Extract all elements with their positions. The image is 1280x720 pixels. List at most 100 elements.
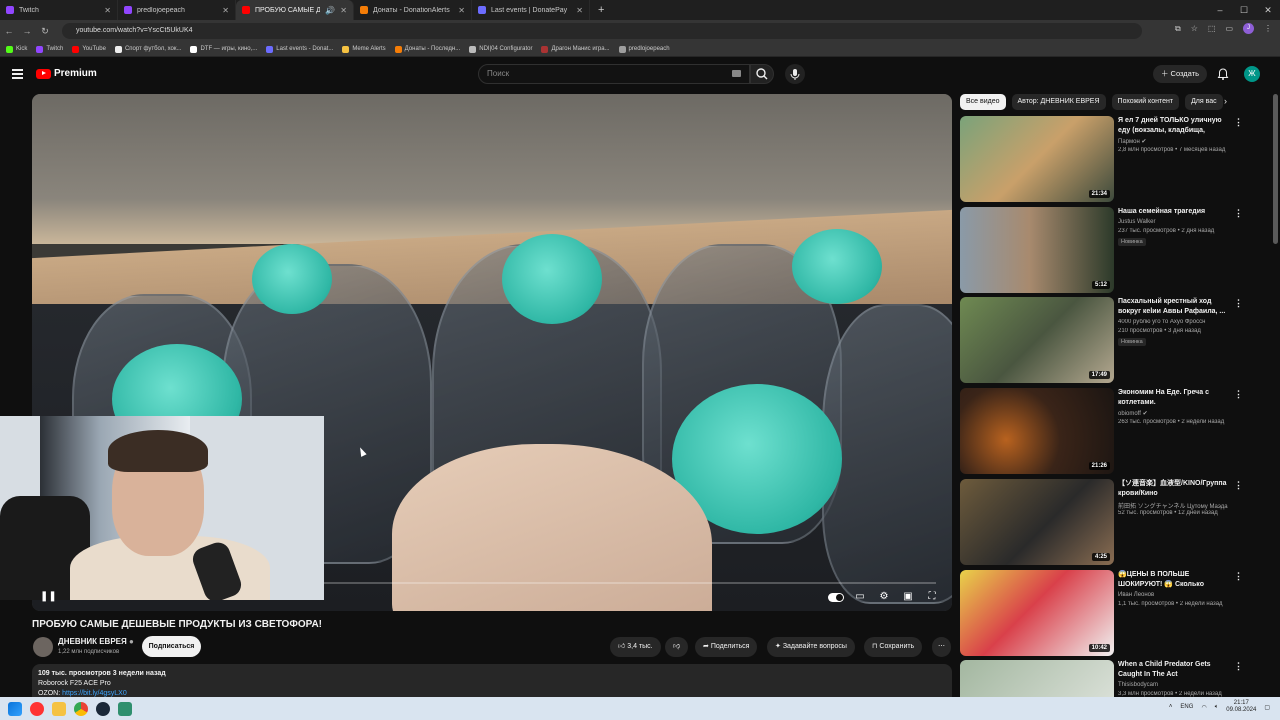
close-icon[interactable]: ✕ bbox=[340, 6, 347, 15]
browser-tab[interactable]: Донаты - DonationAlerts ✕ bbox=[354, 0, 472, 20]
install-icon[interactable]: ⧉ bbox=[1175, 24, 1181, 34]
keyboard-icon[interactable] bbox=[732, 70, 741, 77]
menu-icon[interactable]: ⋮ bbox=[1264, 24, 1272, 33]
recommended-channel[interactable]: Thisisbodycam bbox=[1118, 682, 1158, 688]
language-indicator[interactable]: ENG bbox=[1180, 704, 1193, 710]
bookmark-item[interactable]: Meme Alerts bbox=[342, 45, 386, 53]
settings-gear-icon[interactable]: ⚙ bbox=[877, 590, 891, 604]
bookmark-item[interactable]: NDI|04 Configurator bbox=[469, 45, 532, 53]
close-icon[interactable]: ✕ bbox=[222, 6, 229, 15]
bookmark-item[interactable]: predlojoepeach bbox=[618, 45, 670, 53]
recommended-video[interactable]: 17:49 Пасхальный крестный ход вокруг кel… bbox=[960, 297, 1260, 385]
notification-icon[interactable]: ▢ bbox=[1264, 704, 1270, 711]
steam-icon[interactable] bbox=[96, 701, 110, 716]
more-vert-icon[interactable]: ⋮ bbox=[1234, 481, 1243, 490]
more-vert-icon[interactable]: ⋮ bbox=[1234, 118, 1243, 127]
subscribe-button[interactable]: Подписаться bbox=[142, 636, 201, 657]
search-button[interactable] bbox=[750, 64, 774, 84]
close-icon[interactable]: ✕ bbox=[104, 6, 111, 15]
sidebar-icon[interactable]: ▭ bbox=[1225, 24, 1233, 33]
recommended-title[interactable]: Я ел 7 дней ТОЛЬКО уличную еду (вокзалы,… bbox=[1118, 116, 1230, 136]
account-avatar[interactable]: Ж bbox=[1244, 66, 1260, 82]
chevron-right-icon[interactable]: › bbox=[1224, 96, 1227, 106]
recommended-title[interactable]: 【ソ連音楽】血液型/KINO/Группа крови/Кино bbox=[1118, 479, 1230, 499]
description-link[interactable]: https://bit.ly/4gsyLX0 bbox=[62, 690, 127, 697]
recommended-title[interactable]: Пасхальный крестный ход вокруг кelии Авв… bbox=[1118, 297, 1230, 317]
bookmark-item[interactable]: DTF — игры, кино,... bbox=[190, 45, 257, 53]
extensions-icon[interactable]: ⬚ bbox=[1208, 24, 1216, 33]
recommended-title[interactable]: 😱ЦЕНЫ В ПОЛЬШЕ ШОКИРУЮТ! 😱 Сколько стоит… bbox=[1118, 570, 1230, 590]
page-scrollbar[interactable] bbox=[1273, 94, 1278, 244]
chip-author[interactable]: Автор: ДНЕВНИК ЕВРЕЯ bbox=[1011, 94, 1106, 110]
search-input[interactable]: Поиск bbox=[478, 64, 750, 84]
hamburger-menu-icon[interactable] bbox=[12, 69, 23, 81]
profile-avatar[interactable]: J bbox=[1243, 23, 1254, 34]
more-actions-button[interactable]: ⋯ bbox=[932, 637, 951, 657]
wifi-icon[interactable]: ◠ bbox=[1201, 704, 1206, 711]
reload-icon[interactable]: ↻ bbox=[36, 26, 54, 37]
chrome-icon[interactable] bbox=[74, 701, 88, 716]
recommended-channel[interactable]: Justus Walker bbox=[1118, 219, 1155, 225]
browser-tab[interactable]: predlojoepeach ✕ bbox=[118, 0, 236, 20]
app-icon[interactable] bbox=[118, 701, 132, 716]
bookmark-item[interactable]: Донаты - Последн... bbox=[394, 45, 460, 53]
recommended-title[interactable]: Наша семейная трагедия bbox=[1118, 207, 1230, 217]
recommended-channel[interactable]: Иван Леонов bbox=[1118, 592, 1154, 598]
voice-search-button[interactable] bbox=[785, 64, 805, 84]
miniplayer-icon[interactable]: ▣ bbox=[901, 590, 915, 604]
chip-similar[interactable]: Похожий контент bbox=[1111, 94, 1180, 110]
bookmark-item[interactable]: Twitch bbox=[36, 45, 63, 53]
subtitles-icon[interactable]: ▭ bbox=[853, 590, 867, 604]
browser-tab[interactable]: Twitch ✕ bbox=[0, 0, 118, 20]
bookmark-star-icon[interactable]: ☆ bbox=[1191, 24, 1198, 33]
close-icon[interactable]: ✕ bbox=[576, 6, 583, 15]
video-thumbnail[interactable]: 4:25 bbox=[960, 479, 1114, 565]
more-vert-icon[interactable]: ⋮ bbox=[1234, 209, 1243, 218]
save-button[interactable]: ⊓ Сохранить bbox=[864, 637, 923, 657]
browser-tab-active[interactable]: ПРОБУЮ САМЫЕ ДЕШЕВЫ 🔊 ✕ bbox=[236, 0, 354, 20]
minimize-button[interactable]: – bbox=[1208, 0, 1232, 20]
channel-name[interactable]: ДНЕВНИК ЕВРЕЯ ● bbox=[58, 637, 134, 646]
recommended-channel[interactable]: obiomoff ✔ bbox=[1118, 410, 1148, 417]
recommended-channel[interactable]: 前田拓 ソングチャンネル Цутому Маэда bbox=[1118, 501, 1228, 510]
browser-tab[interactable]: Last events | DonatePay ✕ bbox=[472, 0, 590, 20]
windows-start-icon[interactable] bbox=[8, 701, 22, 716]
address-bar[interactable]: youtube.com/watch?v=YscCt5UkUK4 bbox=[62, 23, 1142, 39]
video-thumbnail[interactable]: 10:42 bbox=[960, 570, 1114, 656]
video-thumbnail[interactable]: 21:34 bbox=[960, 116, 1114, 202]
video-thumbnail[interactable]: 21:26 bbox=[960, 388, 1114, 474]
recommended-channel[interactable]: Пармон ✔ bbox=[1118, 138, 1146, 145]
close-window-button[interactable]: ✕ bbox=[1256, 0, 1280, 20]
create-button[interactable]: ＋ Создать bbox=[1153, 65, 1207, 83]
audio-icon[interactable]: 🔊 bbox=[325, 6, 335, 15]
video-progress-bar[interactable] bbox=[324, 582, 936, 584]
ask-questions-button[interactable]: ✦ Задавайте вопросы bbox=[767, 637, 855, 657]
more-vert-icon[interactable]: ⋮ bbox=[1234, 390, 1243, 399]
channel-avatar[interactable] bbox=[33, 637, 53, 657]
file-explorer-icon[interactable] bbox=[52, 701, 66, 716]
more-vert-icon[interactable]: ⋮ bbox=[1234, 299, 1243, 308]
bookmark-item[interactable]: Last events - Donat... bbox=[266, 45, 333, 53]
more-vert-icon[interactable]: ⋮ bbox=[1234, 662, 1243, 671]
recommended-video[interactable]: 4:25 【ソ連音楽】血液型/KINO/Группа крови/Кино 前田… bbox=[960, 479, 1260, 567]
youtube-premium-logo[interactable]: Premium bbox=[36, 68, 97, 79]
chevron-up-icon[interactable]: ˄ bbox=[1169, 704, 1173, 710]
yandex-browser-icon[interactable] bbox=[30, 701, 44, 716]
back-icon[interactable]: ← bbox=[0, 26, 18, 36]
dislike-button[interactable]: 👎︎ bbox=[665, 637, 689, 657]
chip-all-videos[interactable]: Все видео bbox=[960, 94, 1006, 110]
forward-icon[interactable]: → bbox=[18, 26, 36, 36]
notifications-bell-icon[interactable] bbox=[1216, 67, 1230, 81]
fullscreen-icon[interactable]: ⛶ bbox=[925, 590, 939, 604]
recommended-video[interactable]: 21:26 Экономим На Еде. Греча с котлетами… bbox=[960, 388, 1260, 476]
video-thumbnail[interactable]: 17:49 bbox=[960, 297, 1114, 383]
recommended-video[interactable]: 21:34 Я ел 7 дней ТОЛЬКО уличную еду (во… bbox=[960, 116, 1260, 204]
recommended-title[interactable]: Экономим На Еде. Греча с котлетами. bbox=[1118, 388, 1230, 408]
clock[interactable]: 21:17 09.08.2024 bbox=[1226, 700, 1256, 714]
video-thumbnail[interactable]: 5:12 bbox=[960, 207, 1114, 293]
bookmark-item[interactable]: Спорт футбол, хок... bbox=[114, 45, 181, 53]
recommended-video[interactable]: When a Child Predator Gets Caught In The… bbox=[960, 660, 1260, 697]
bookmark-item[interactable]: Драгон Манис игра... bbox=[541, 45, 610, 53]
chip-for-you[interactable]: Для вас bbox=[1185, 94, 1223, 110]
pause-icon[interactable]: ❚❚ bbox=[40, 590, 57, 604]
